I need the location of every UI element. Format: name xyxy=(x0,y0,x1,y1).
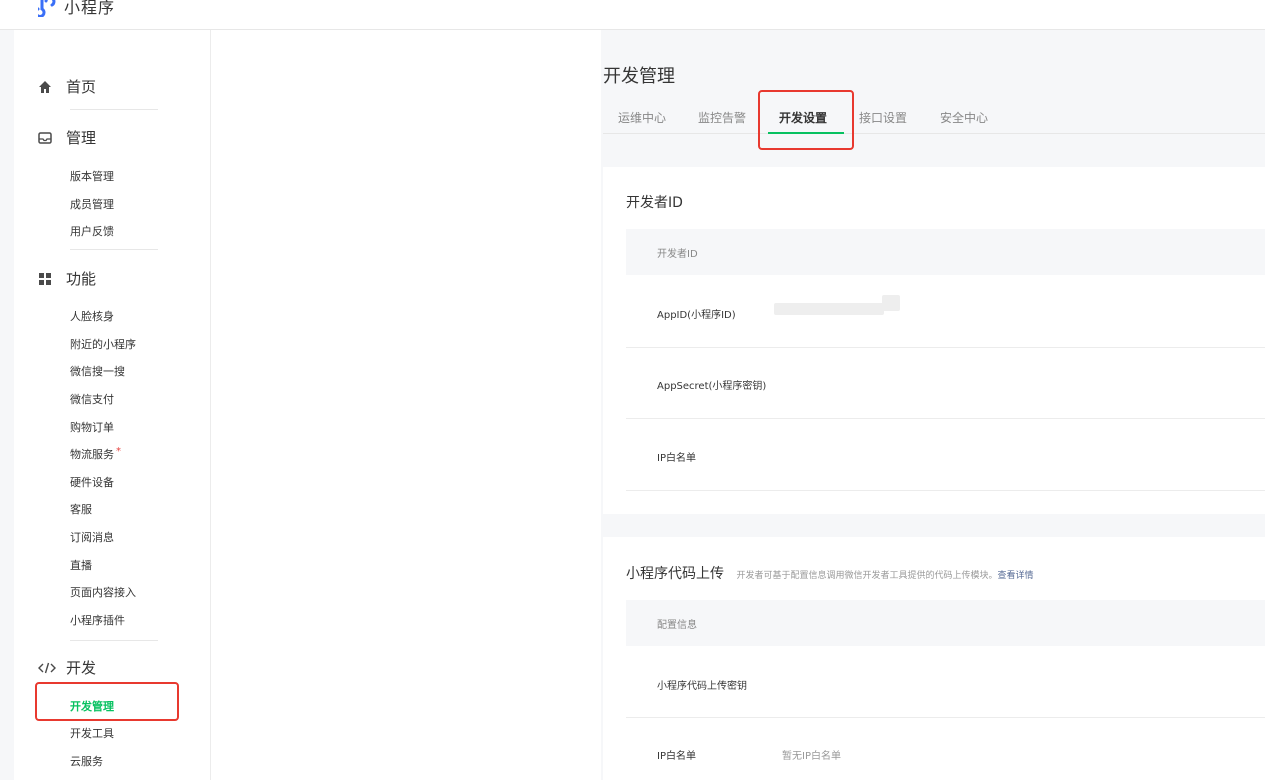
sidebar-item-nearby-miniprograms[interactable]: 附近的小程序 xyxy=(70,336,136,352)
sidebar-section-develop[interactable]: 开发 xyxy=(38,657,96,678)
sidebar-item-dev-tools[interactable]: 开发工具 xyxy=(70,725,114,741)
top-bar: 小程序 xyxy=(0,0,1265,30)
sidebar-item-logistics[interactable]: 物流服务 * xyxy=(70,446,121,462)
card-title: 开发者ID xyxy=(626,195,683,211)
highlight-box xyxy=(35,682,179,721)
row-upload-key: 小程序代码上传密钥 xyxy=(626,646,1265,718)
sidebar-section-label: 功能 xyxy=(66,270,97,288)
sidebar-divider xyxy=(70,109,158,110)
sidebar-item-version-management[interactable]: 版本管理 xyxy=(70,168,114,184)
page-title: 开发管理 xyxy=(603,66,675,87)
highlight-box xyxy=(758,90,854,150)
sidebar-item-shopping-orders[interactable]: 购物订单 xyxy=(70,419,114,435)
sidebar-item-hardware[interactable]: 硬件设备 xyxy=(70,474,114,490)
sidebar-item-wechat-pay[interactable]: 微信支付 xyxy=(70,391,114,407)
sidebar-item-user-feedback[interactable]: 用户反馈 xyxy=(70,223,114,239)
row-label: IP白名单 xyxy=(657,453,696,464)
tab-security-center[interactable]: 安全中心 xyxy=(940,109,988,126)
content-left-panel xyxy=(211,30,601,780)
sidebar-divider xyxy=(70,249,158,250)
sidebar-section-label: 首页 xyxy=(66,78,97,96)
sidebar-section-label: 管理 xyxy=(66,129,97,147)
sidebar-section-features[interactable]: 功能 xyxy=(38,268,96,289)
row-label: 小程序代码上传密钥 xyxy=(657,681,747,692)
tab-ops-center[interactable]: 运维中心 xyxy=(618,109,666,126)
card-header: 开发者ID xyxy=(626,229,1265,275)
inbox-icon xyxy=(38,131,52,144)
developer-id-card: 开发者ID 开发者ID AppID(小程序ID) AppSecret(小程序密钥… xyxy=(603,167,1265,514)
sidebar-item-subscription-messages[interactable]: 订阅消息 xyxy=(70,529,114,545)
masked-value xyxy=(882,295,900,311)
grid-icon xyxy=(39,272,51,285)
row-label: IP白名单 xyxy=(657,751,696,762)
tabs-divider xyxy=(603,133,1265,134)
sidebar-item-wechat-search[interactable]: 微信搜一搜 xyxy=(70,363,125,379)
masked-value xyxy=(774,303,884,315)
sidebar-item-face-verify[interactable]: 人脸核身 xyxy=(70,308,114,324)
app-name: 小程序 xyxy=(64,0,116,17)
sidebar-section-manage[interactable]: 管理 xyxy=(38,127,96,148)
sidebar-item-cloud-service[interactable]: 云服务 xyxy=(70,753,103,769)
row-label: AppID(小程序ID) xyxy=(657,310,736,321)
row-ip-whitelist: IP白名单 xyxy=(626,418,1265,491)
sidebar-section-label: 开发 xyxy=(66,659,97,677)
card-title-text: 小程序代码上传 xyxy=(626,566,724,582)
sidebar-item-label: 物流服务 xyxy=(70,448,114,461)
sidebar-divider xyxy=(70,640,158,641)
home-icon xyxy=(39,80,51,93)
code-icon xyxy=(38,662,56,673)
card-title: 小程序代码上传 开发者可基于配置信息调用微信开发者工具提供的代码上传模块。查看详… xyxy=(626,563,1033,583)
card-header-label: 配置信息 xyxy=(657,620,697,631)
app-logo[interactable]: 小程序 xyxy=(38,0,115,18)
card-header-label: 开发者ID xyxy=(657,249,698,260)
tab-api-settings[interactable]: 接口设置 xyxy=(859,109,907,126)
tab-monitoring-alerts[interactable]: 监控告警 xyxy=(698,109,746,126)
row-label: AppSecret(小程序密钥) xyxy=(657,381,767,392)
sidebar-item-member-management[interactable]: 成员管理 xyxy=(70,196,114,212)
row-upload-ip-whitelist: IP白名单 暂无IP白名单 xyxy=(626,717,1265,780)
row-value: 暂无IP白名单 xyxy=(782,751,841,762)
row-appsecret: AppSecret(小程序密钥) xyxy=(626,347,1265,419)
sidebar-item-live[interactable]: 直播 xyxy=(70,557,92,573)
card-header: 配置信息 xyxy=(626,600,1265,646)
card-description: 开发者可基于配置信息调用微信开发者工具提供的代码上传模块。 xyxy=(736,571,998,581)
miniprogram-logo-icon xyxy=(38,0,56,17)
new-badge: * xyxy=(116,446,121,457)
sidebar-item-plugins[interactable]: 小程序插件 xyxy=(70,612,125,628)
sidebar-section-home[interactable]: 首页 xyxy=(38,76,96,97)
code-upload-card: 小程序代码上传 开发者可基于配置信息调用微信开发者工具提供的代码上传模块。查看详… xyxy=(603,537,1265,780)
view-details-link[interactable]: 查看详情 xyxy=(997,571,1033,581)
sidebar-item-page-content[interactable]: 页面内容接入 xyxy=(70,584,136,600)
sidebar-item-customer-service[interactable]: 客服 xyxy=(70,501,92,517)
row-appid: AppID(小程序ID) xyxy=(626,275,1265,348)
